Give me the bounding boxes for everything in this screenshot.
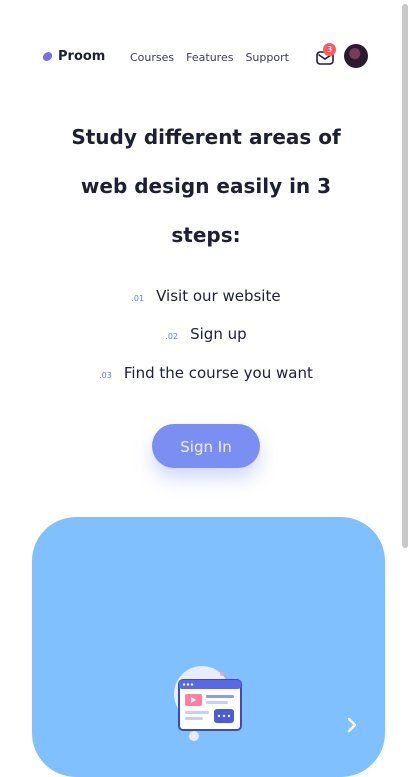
step-item: .01 Visit our website [0,287,412,305]
sign-in-button[interactable]: Sign In [152,424,260,468]
step-number: .01 [131,294,145,303]
step-number: .02 [165,332,179,341]
promo-card [32,517,385,777]
hero-headline: Study different areas of web design easi… [71,125,341,247]
brand-name: Proom [58,49,106,64]
brand-logo[interactable]: Proom [42,49,106,64]
logo-icon [42,52,53,61]
chevron-right-icon[interactable] [344,717,360,733]
step-text: Find the course you want [123,364,313,382]
nav-item-support[interactable]: Support [245,51,288,64]
nav-item-courses[interactable]: Courses [130,51,174,64]
step-text: Sign up [190,325,247,343]
notification-badge: 3 [323,43,336,56]
nav-item-features[interactable]: Features [186,51,233,64]
step-number: .03 [99,371,112,380]
main-nav: Courses Features Support [130,51,289,64]
avatar[interactable] [344,44,368,68]
step-item: .02 Sign up [0,325,412,343]
header: Proom Courses Features Support 3 [0,40,402,74]
browser-illustration [174,666,242,741]
step-text: Visit our website [156,287,281,305]
step-item: .03 Find the course you want [0,364,412,382]
scrollbar[interactable] [402,4,408,548]
